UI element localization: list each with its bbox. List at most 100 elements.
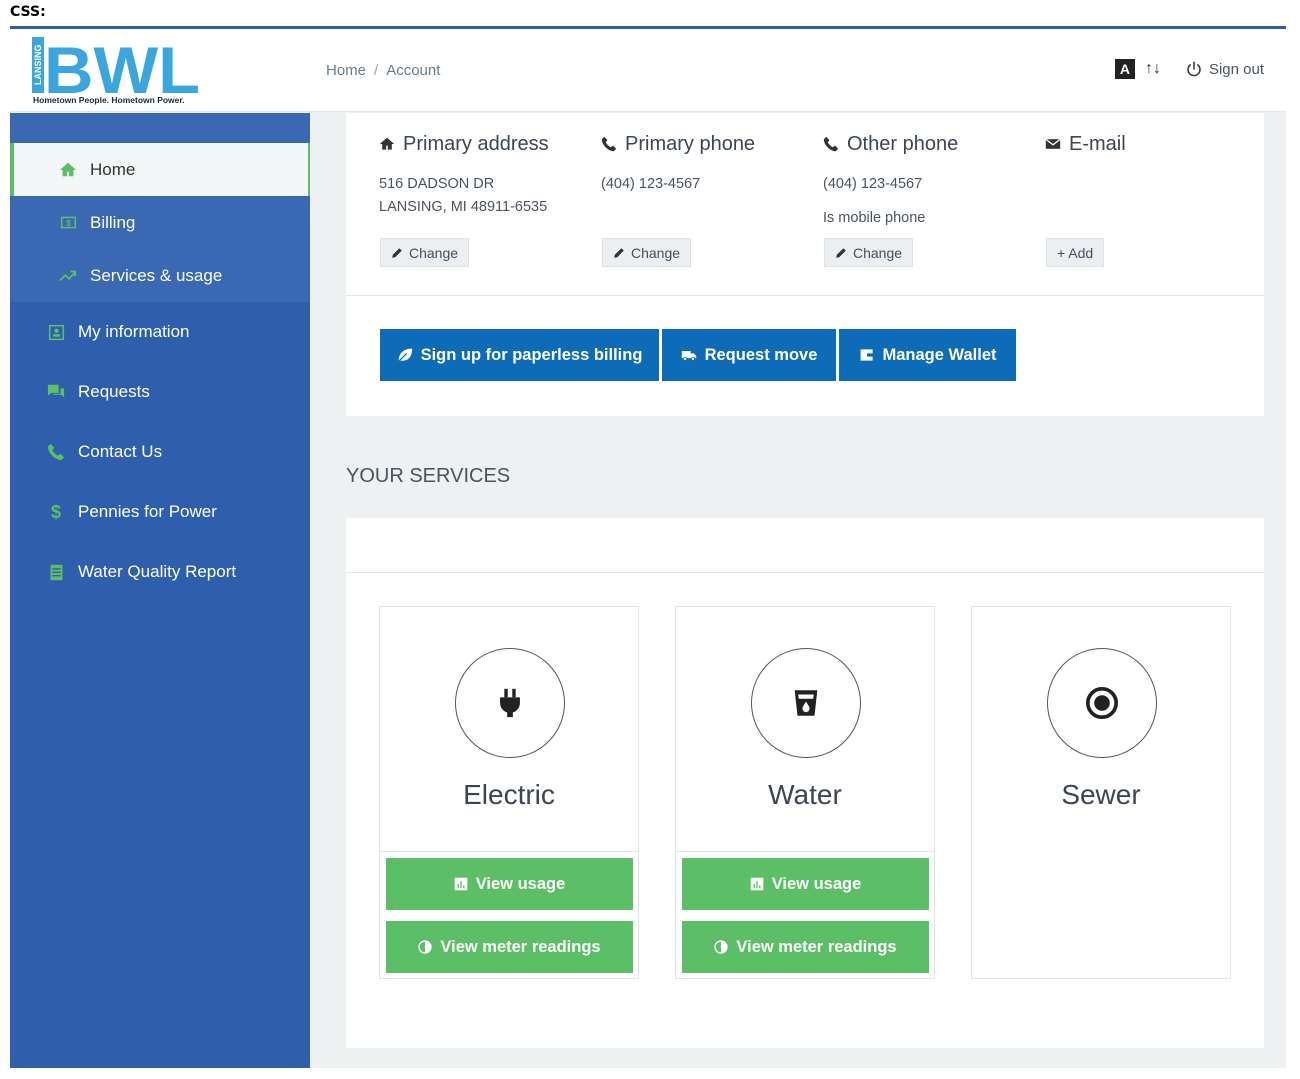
view-usage-label: View usage <box>771 874 862 893</box>
electric-view-usage-button[interactable]: View usage <box>386 858 633 910</box>
sidebar-item-my-information[interactable]: My information <box>10 302 310 362</box>
pencil-icon <box>614 247 624 258</box>
breadcrumb: Home / Account <box>326 62 441 79</box>
trend-icon <box>58 266 78 286</box>
services-heading: YOUR SERVICES <box>346 465 511 487</box>
document-label: CSS: <box>10 4 46 20</box>
sidebar-item-billing[interactable]: $ Billing <box>10 196 310 249</box>
other-phone-value: (404) 123-4567 <box>823 176 923 192</box>
service-icon-circle <box>751 648 861 758</box>
top-header: LANSING BWL Hometown People. Hometown Po… <box>10 29 1286 112</box>
svg-text:$: $ <box>66 218 71 228</box>
gauge-icon <box>714 940 729 954</box>
service-name: Water <box>768 779 842 810</box>
change-primary-phone-button[interactable]: Change <box>602 238 692 267</box>
id-card-icon <box>46 322 66 342</box>
service-icon-circle <box>455 648 565 758</box>
sidebar-item-label: Water Quality Report <box>78 562 237 581</box>
other-phone-title: Other phone <box>847 132 959 155</box>
view-meter-readings-label: View meter readings <box>736 937 897 956</box>
divider <box>380 851 638 852</box>
sidebar-item-label: My information <box>78 322 190 341</box>
service-name: Sewer <box>1061 779 1141 810</box>
paperless-billing-button[interactable]: Sign up for paperless billing <box>380 329 659 381</box>
sidebar-item-pennies-for-power[interactable]: $ Pennies for Power <box>10 482 310 542</box>
bwl-logo[interactable]: LANSING BWL Hometown People. Hometown Po… <box>32 37 202 105</box>
wallet-icon <box>860 349 873 361</box>
home-icon <box>379 137 395 150</box>
service-icon-circle <box>1047 648 1157 758</box>
pencil-icon <box>836 247 846 258</box>
leaf-icon <box>397 348 412 362</box>
bar-chart-icon <box>750 877 764 891</box>
power-icon <box>1187 61 1201 77</box>
add-label: + Add <box>1057 244 1094 261</box>
services-card: Electric View usage View meter readings … <box>346 518 1264 1048</box>
primary-phone-section: Primary phone (404) 123-4567 <box>601 131 811 196</box>
app-frame: LANSING BWL Hometown People. Hometown Po… <box>10 26 1286 1068</box>
sidebar-item-label: Services & usage <box>90 265 223 285</box>
email-section: E-mail <box>1045 131 1255 157</box>
address-line-2: LANSING, MI 48911-6535 <box>379 199 548 215</box>
billing-icon: $ <box>58 213 78 233</box>
pencil-icon <box>392 247 402 258</box>
gauge-icon <box>418 940 433 954</box>
sidebar-item-label: Contact Us <box>78 442 163 461</box>
other-phone-section: Other phone (404) 123-4567 Is mobile pho… <box>823 131 1033 227</box>
sort-arrows-icon[interactable]: ↑↓ <box>1145 60 1161 78</box>
sidebar: Home $ Billing Services & usage My infor… <box>10 113 310 1068</box>
sidebar-subnav: Home $ Billing Services & usage <box>10 113 310 302</box>
primary-address-section: Primary address 516 DADSON DR LANSING, M… <box>379 131 589 219</box>
bar-chart-icon <box>454 877 468 891</box>
electric-view-meter-readings-button[interactable]: View meter readings <box>386 921 633 973</box>
change-label: Change <box>409 244 459 261</box>
sidebar-item-label: Billing <box>90 212 136 232</box>
add-email-button[interactable]: + Add <box>1046 238 1105 267</box>
phone-icon <box>823 136 839 152</box>
sidebar-item-services-usage[interactable]: Services & usage <box>10 249 310 302</box>
sidebar-item-label: Requests <box>78 382 150 401</box>
service-water: Water View usage View meter readings <box>675 606 935 979</box>
service-name: Electric <box>463 779 555 810</box>
account-info-card: Primary address 516 DADSON DR LANSING, M… <box>346 113 1264 416</box>
plug-icon <box>500 688 520 718</box>
service-sewer: Sewer <box>971 606 1231 979</box>
paperless-billing-label: Sign up for paperless billing <box>420 345 643 364</box>
sidebar-item-home[interactable]: Home <box>10 143 310 196</box>
breadcrumb-home[interactable]: Home <box>326 62 366 79</box>
manage-wallet-button[interactable]: Manage Wallet <box>839 329 1016 381</box>
service-electric: Electric View usage View meter readings <box>379 606 639 979</box>
request-move-label: Request move <box>704 345 818 364</box>
change-address-button[interactable]: Change <box>380 238 470 267</box>
sign-out-button[interactable]: Sign out <box>1185 60 1264 78</box>
font-size-icon[interactable]: A <box>1114 59 1135 79</box>
water-view-meter-readings-button[interactable]: View meter readings <box>682 921 929 973</box>
divider <box>346 295 1264 296</box>
phone-icon <box>601 136 617 152</box>
sidebar-item-requests[interactable]: Requests <box>10 362 310 422</box>
mobile-phone-note: Is mobile phone <box>823 210 926 226</box>
manage-wallet-label: Manage Wallet <box>882 345 997 364</box>
primary-phone-title: Primary phone <box>625 132 756 155</box>
divider <box>676 851 934 852</box>
view-meter-readings-label: View meter readings <box>440 937 601 956</box>
request-move-button[interactable]: Request move <box>662 329 836 381</box>
sidebar-item-water-quality-report[interactable]: Water Quality Report <box>10 542 310 602</box>
primary-phone-value: (404) 123-4567 <box>601 176 701 192</box>
header-actions: A ↑↓ Sign out <box>1114 59 1264 79</box>
sidebar-item-label: Pennies for Power <box>78 502 217 521</box>
dollar-icon: $ <box>50 501 61 522</box>
change-label: Change <box>631 244 681 261</box>
sidebar-item-contact-us[interactable]: Contact Us <box>10 422 310 482</box>
envelope-icon <box>1045 138 1061 149</box>
address-line-1: 516 DADSON DR <box>379 176 495 192</box>
change-other-phone-button[interactable]: Change <box>824 238 914 267</box>
primary-address-title: Primary address <box>403 132 549 155</box>
water-view-usage-button[interactable]: View usage <box>682 858 929 910</box>
truck-icon <box>681 351 696 361</box>
home-icon <box>58 160 78 180</box>
breadcrumb-account[interactable]: Account <box>386 62 440 79</box>
sidebar-item-label: Home <box>90 159 136 179</box>
view-usage-label: View usage <box>475 874 566 893</box>
water-glass-icon <box>794 690 818 716</box>
